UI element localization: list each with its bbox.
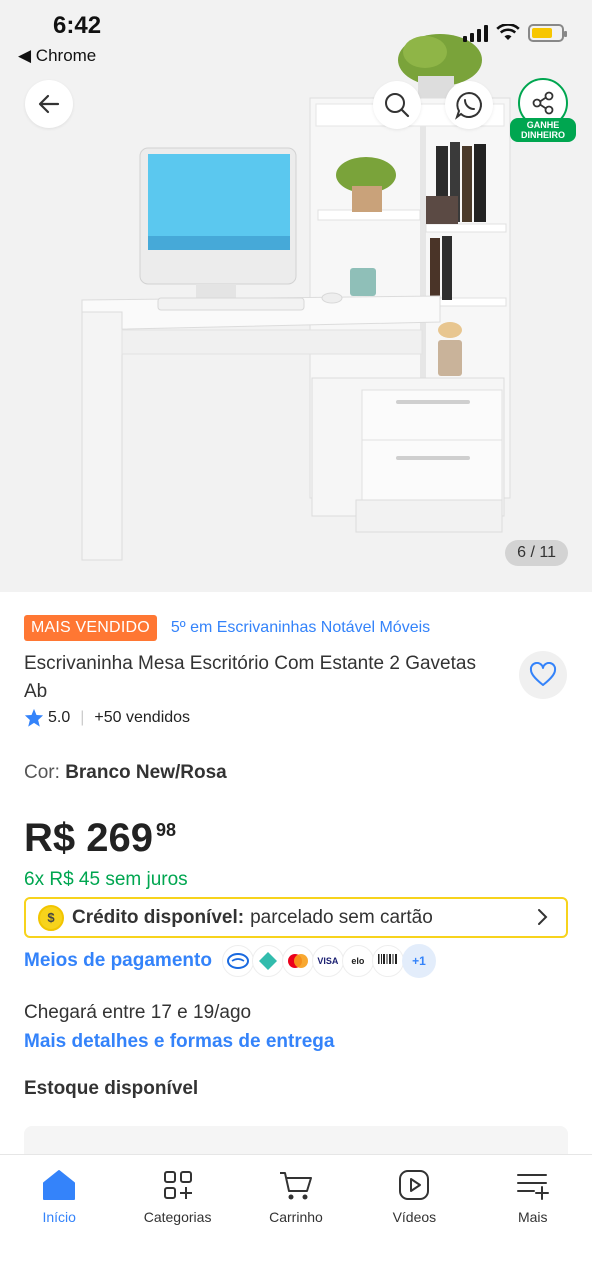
product-title: Escrivaninha Mesa Escritório Com Estante… <box>24 653 476 702</box>
menu-more-icon <box>516 1174 549 1200</box>
share-earn-button[interactable]: GANHE DINHEIRO <box>510 78 576 142</box>
rating-separator: | <box>80 708 85 726</box>
delivery-estimate: Chegará entre 17 e 19/ago <box>24 1002 252 1023</box>
mastercard-icon <box>281 945 314 977</box>
price-cents: 98 <box>155 820 177 840</box>
status-icons <box>463 24 567 42</box>
elo-icon: elo <box>341 945 374 977</box>
home-icon <box>43 1170 76 1200</box>
delivery-details-link[interactable]: Mais detalhes e formas de entrega <box>24 1031 334 1053</box>
nav-label: Mais <box>517 1209 548 1225</box>
badges-row: MAIS VENDIDO 5º em Escrivaninhas Notável… <box>24 615 430 641</box>
whatsapp-share-button[interactable] <box>445 81 493 129</box>
favorite-button[interactable] <box>519 651 567 699</box>
battery-icon <box>528 24 567 42</box>
installments-text: 6x R$ 45 sem juros <box>24 869 188 890</box>
boleto-icon <box>371 945 404 977</box>
arrow-left-icon <box>38 94 60 114</box>
payment-methods-row: Meios de pagamento VISA elo +1 <box>24 944 436 978</box>
color-value: Branco New/Rosa <box>65 762 227 783</box>
color-selector[interactable]: Cor: Branco New/Rosa <box>24 762 227 784</box>
earn-money-badge: GANHE DINHEIRO <box>510 118 576 142</box>
category-ranking-link[interactable]: 5º em Escrivaninhas Notável Móveis <box>171 619 430 637</box>
cart-icon <box>279 1172 312 1200</box>
chevron-right-icon <box>538 909 548 925</box>
nav-mais[interactable]: Mais <box>474 1155 592 1280</box>
price: R$ 269 98 <box>24 814 176 862</box>
color-label: Cor: <box>24 762 60 783</box>
search-icon <box>385 93 410 118</box>
video-icon <box>399 1170 430 1200</box>
nav-videos[interactable]: Vídeos <box>355 1155 473 1280</box>
rating-row: 5.0 | +50 vendidos <box>24 708 190 727</box>
back-to-app[interactable]: ◀ Chrome <box>18 46 96 66</box>
coin-icon: $ <box>38 904 64 931</box>
share-icon <box>532 91 554 115</box>
categories-icon <box>163 1171 192 1199</box>
credit-text: parcelado sem cartão <box>250 906 433 928</box>
wifi-icon <box>496 24 520 40</box>
status-time: 6:42 <box>53 12 102 39</box>
mercadopago-icon <box>221 945 254 977</box>
nav-categorias[interactable]: Categorias <box>118 1155 236 1280</box>
search-button[interactable] <box>373 81 421 129</box>
nav-label: Início <box>42 1209 76 1225</box>
nav-carrinho[interactable]: Carrinho <box>237 1155 355 1280</box>
sold-count: +50 vendidos <box>94 708 191 726</box>
nav-label: Carrinho <box>269 1209 323 1225</box>
rating-value: 5.0 <box>48 708 71 726</box>
pix-icon <box>251 945 284 977</box>
back-button[interactable] <box>25 80 73 128</box>
product-image[interactable]: 6 / 11 <box>0 0 592 592</box>
price-main: R$ 269 <box>24 816 153 860</box>
bottom-navigation: Início Categorias Carrinho Vídeos Mais <box>0 1154 592 1280</box>
battery-level <box>532 28 552 38</box>
best-seller-badge: MAIS VENDIDO <box>24 615 157 641</box>
status-bar: 6:42 ◀ Chrome <box>0 0 592 76</box>
whatsapp-icon <box>455 91 482 120</box>
heart-icon <box>529 662 557 686</box>
payment-methods-link[interactable]: Meios de pagamento <box>24 950 212 972</box>
credit-available-banner[interactable]: $ Crédito disponível: parcelado sem cart… <box>24 897 568 938</box>
signal-icon <box>463 24 488 42</box>
stock-status: Estoque disponível <box>24 1078 199 1099</box>
credit-title: Crédito disponível: <box>72 906 245 928</box>
image-counter: 6 / 11 <box>505 540 568 566</box>
desk-illustration <box>81 34 511 561</box>
nav-label: Vídeos <box>392 1209 437 1225</box>
star-icon <box>24 708 44 727</box>
visa-icon: VISA <box>311 945 344 977</box>
nav-label: Categorias <box>143 1209 212 1225</box>
more-payment-methods[interactable]: +1 <box>401 944 436 978</box>
nav-inicio[interactable]: Início <box>0 1155 118 1280</box>
